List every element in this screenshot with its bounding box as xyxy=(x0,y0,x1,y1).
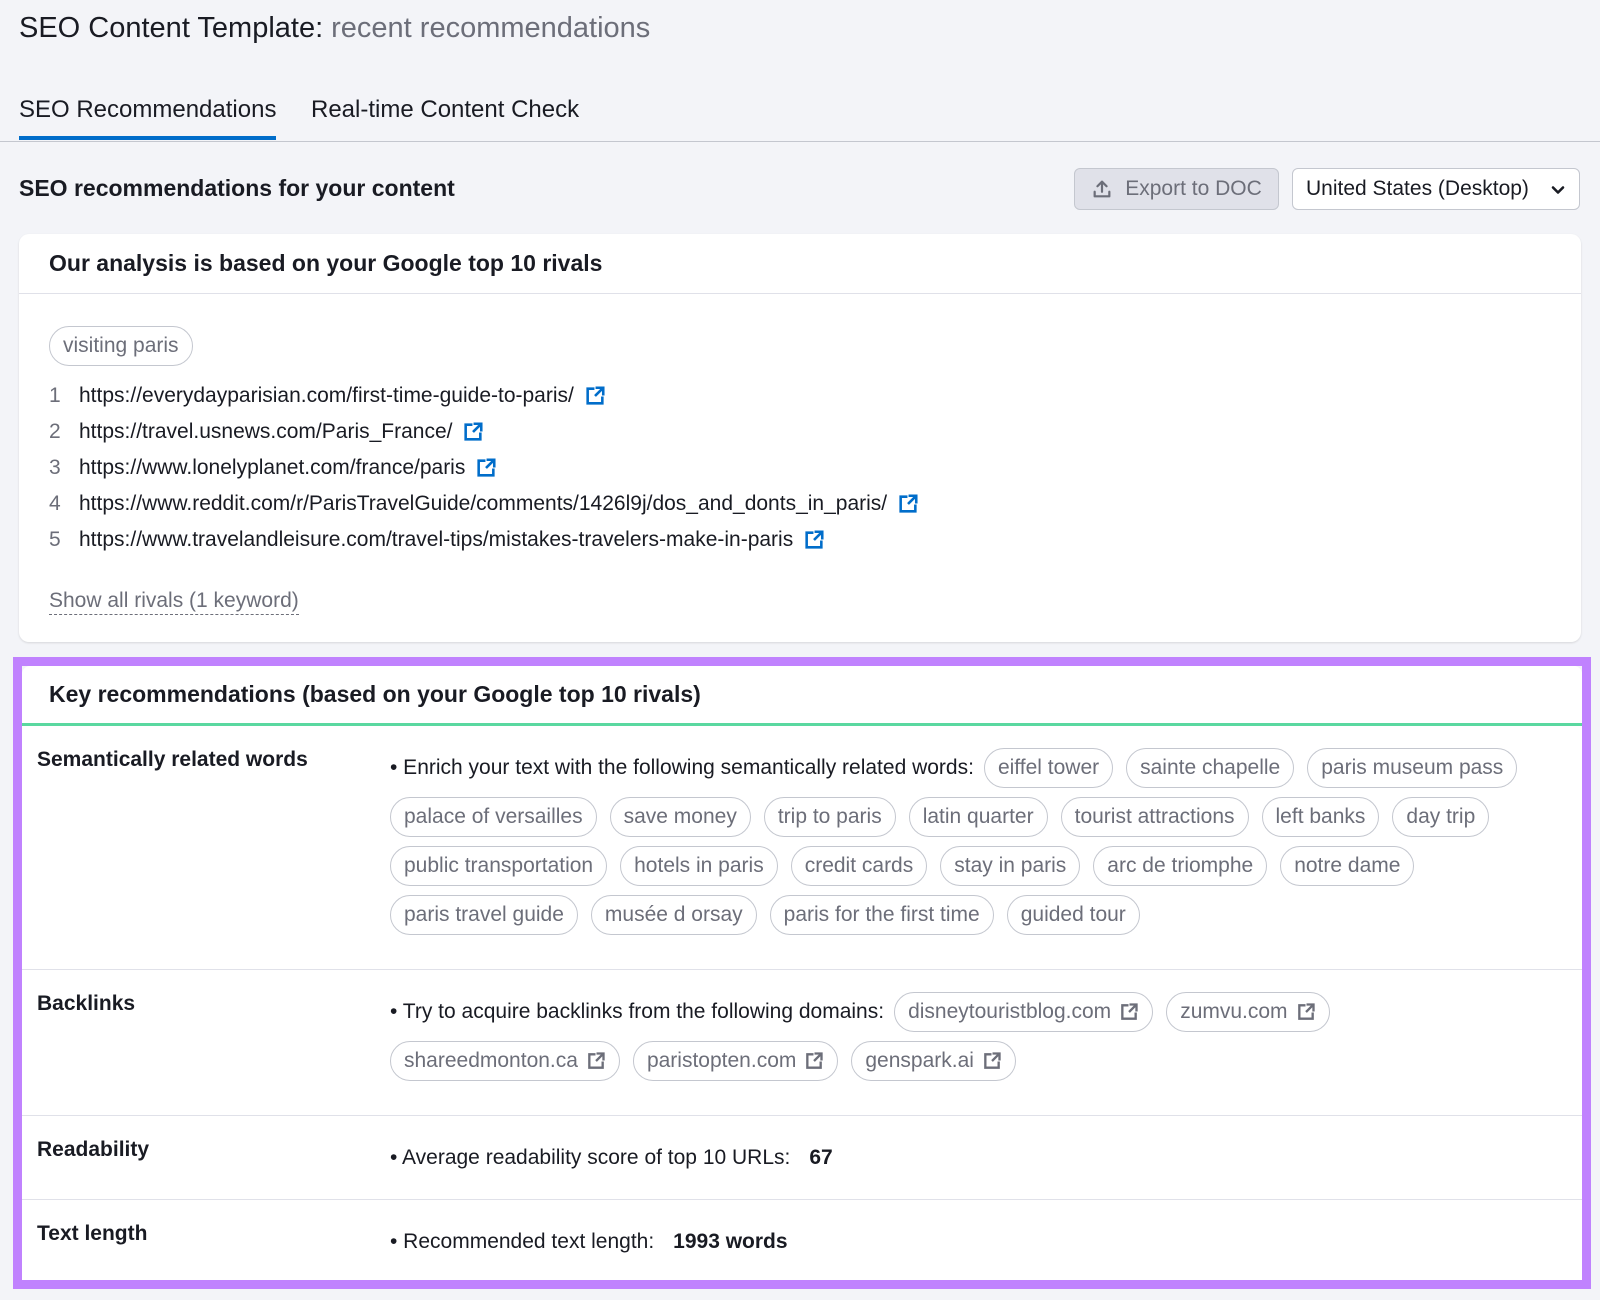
semantic-word-chip[interactable]: save money xyxy=(609,797,751,837)
external-link-icon[interactable] xyxy=(584,385,606,407)
semantic-word-chip[interactable]: notre dame xyxy=(1280,846,1415,886)
external-link-icon[interactable] xyxy=(803,529,825,551)
semantic-word-chip[interactable]: paris travel guide xyxy=(390,895,578,935)
external-link-icon[interactable] xyxy=(475,457,497,479)
backlink-domain: genspark.ai xyxy=(865,1049,974,1072)
tab-real-time-content-check[interactable]: Real-time Content Check xyxy=(311,94,579,136)
external-link-icon[interactable] xyxy=(982,1051,1002,1071)
semantic-word-chip[interactable]: sainte chapelle xyxy=(1126,748,1295,788)
semantic-word-chip[interactable]: guided tour xyxy=(1006,895,1140,935)
semantic-word-chip[interactable]: day trip xyxy=(1392,797,1490,837)
readability-score: 67 xyxy=(809,1146,833,1169)
readability-lead: • Average readability score of top 10 UR… xyxy=(390,1146,791,1169)
semantic-words-label: Semantically related words xyxy=(37,748,308,771)
backlink-domain-chip[interactable]: paristopten.com xyxy=(632,1041,839,1081)
text-length-value: 1993 words xyxy=(673,1230,788,1253)
keyword-chip[interactable]: visiting paris xyxy=(49,326,193,366)
semantic-word-chip[interactable]: left banks xyxy=(1261,797,1380,837)
text-length-body: • Recommended text length: 1993 words xyxy=(390,1200,1582,1276)
export-label: Export to DOC xyxy=(1125,177,1262,200)
rival-url[interactable]: https://everydayparisian.com/first-time-… xyxy=(79,384,574,408)
semantic-words-row: Semantically related words • Enrich your… xyxy=(22,726,1582,970)
semantic-word-chip[interactable]: palace of versailles xyxy=(390,797,597,837)
readability-label: Readability xyxy=(37,1138,150,1161)
backlink-domain: zumvu.com xyxy=(1180,1000,1288,1023)
semantic-word-chip[interactable]: stay in paris xyxy=(940,846,1081,886)
backlink-domain-chip[interactable]: disneytouristblog.com xyxy=(894,992,1154,1032)
show-all-rivals-link[interactable]: Show all rivals (1 keyword) xyxy=(49,588,299,615)
rivals-list: 1 https://everydayparisian.com/first-time… xyxy=(49,378,919,558)
page-title: SEO Content Template: recent recommendati… xyxy=(19,10,650,46)
semantic-words-body: • Enrich your text with the following se… xyxy=(390,726,1582,957)
external-link-icon[interactable] xyxy=(1296,1002,1316,1022)
rivals-card-title: Our analysis is based on your Google top… xyxy=(19,234,1581,294)
page-title-subtitle: recent recommendations xyxy=(331,12,651,44)
text-length-label: Text length xyxy=(37,1222,148,1245)
external-link-icon[interactable] xyxy=(897,493,919,515)
location-select-value: United States (Desktop) xyxy=(1306,177,1529,200)
rival-item: 5 https://www.travelandleisure.com/travel… xyxy=(49,522,919,558)
rivals-card: Our analysis is based on your Google top… xyxy=(19,234,1581,642)
export-to-doc-button[interactable]: Export to DOC xyxy=(1074,168,1279,210)
page-title-main: SEO Content Template: xyxy=(19,12,324,44)
external-link-icon[interactable] xyxy=(804,1051,824,1071)
semantic-word-chip[interactable]: musée d orsay xyxy=(590,895,757,935)
rival-url[interactable]: https://www.travelandleisure.com/travel-… xyxy=(79,528,793,552)
backlinks-label: Backlinks xyxy=(37,992,136,1015)
section-title: SEO recommendations for your content xyxy=(19,175,455,201)
backlink-domain: paristopten.com xyxy=(646,1049,797,1072)
external-link-icon[interactable] xyxy=(586,1051,606,1071)
key-recommendations-title: Key recommendations (based on your Googl… xyxy=(22,666,1582,726)
rival-url[interactable]: https://travel.usnews.com/Paris_France/ xyxy=(79,420,452,444)
semantic-word-chip[interactable]: latin quarter xyxy=(908,797,1048,837)
semantic-word-chip[interactable]: tourist attractions xyxy=(1060,797,1249,837)
rival-item: 2 https://travel.usnews.com/Paris_France/ xyxy=(49,414,919,450)
backlinks-body: • Try to acquire backlinks from the foll… xyxy=(390,970,1582,1103)
key-recommendations-card: Key recommendations (based on your Googl… xyxy=(22,666,1582,1280)
rival-rank: 2 xyxy=(49,420,61,443)
rival-url[interactable]: https://www.reddit.com/r/ParisTravelGuid… xyxy=(79,492,887,516)
tab-seo-recommendations[interactable]: SEO Recommendations xyxy=(19,94,277,140)
backlink-domain-chip[interactable]: genspark.ai xyxy=(851,1041,1016,1081)
rival-rank: 1 xyxy=(49,384,61,407)
tab-bar: SEO Recommendations Real-time Content Ch… xyxy=(0,90,1600,142)
upload-icon xyxy=(1093,180,1111,198)
semantic-words-lead: • Enrich your text with the following se… xyxy=(390,756,974,779)
external-link-icon[interactable] xyxy=(1119,1002,1139,1022)
location-select[interactable]: United States (Desktop) xyxy=(1292,168,1580,210)
semantic-word-chip[interactable]: arc de triomphe xyxy=(1093,846,1268,886)
external-link-icon[interactable] xyxy=(462,421,484,443)
rival-item: 1 https://everydayparisian.com/first-time… xyxy=(49,378,919,414)
semantic-word-chip[interactable]: public transportation xyxy=(390,846,608,886)
chevron-down-icon xyxy=(1551,186,1565,194)
backlinks-lead: • Try to acquire backlinks from the foll… xyxy=(390,1000,885,1023)
semantic-word-chip[interactable]: trip to paris xyxy=(763,797,896,837)
semantic-word-chip[interactable]: eiffel tower xyxy=(983,748,1114,788)
semantic-word-chip[interactable]: credit cards xyxy=(790,846,928,886)
backlink-domain-chip[interactable]: shareedmonton.ca xyxy=(390,1041,620,1081)
backlink-domain: disneytouristblog.com xyxy=(908,1000,1112,1023)
backlink-domain-chip[interactable]: zumvu.com xyxy=(1166,992,1330,1032)
text-length-lead: • Recommended text length: xyxy=(390,1230,655,1253)
readability-row: Readability • Average readability score … xyxy=(22,1116,1582,1200)
rival-item: 3 https://www.lonelyplanet.com/france/par… xyxy=(49,450,919,486)
backlinks-row: Backlinks • Try to acquire backlinks fro… xyxy=(22,970,1582,1116)
backlink-domain: shareedmonton.ca xyxy=(404,1049,578,1072)
rival-rank: 3 xyxy=(49,456,61,479)
semantic-word-chip[interactable]: paris for the first time xyxy=(769,895,994,935)
rival-rank: 4 xyxy=(49,492,61,515)
rival-item: 4 https://www.reddit.com/r/ParisTravelGui… xyxy=(49,486,919,522)
semantic-word-chip[interactable]: paris museum pass xyxy=(1307,748,1518,788)
readability-body: • Average readability score of top 10 UR… xyxy=(390,1116,1582,1192)
semantic-word-chip[interactable]: hotels in paris xyxy=(620,846,778,886)
rival-url[interactable]: https://www.lonelyplanet.com/france/pari… xyxy=(79,456,465,480)
text-length-row: Text length • Recommended text length: 19… xyxy=(22,1200,1582,1284)
rival-rank: 5 xyxy=(49,528,61,551)
